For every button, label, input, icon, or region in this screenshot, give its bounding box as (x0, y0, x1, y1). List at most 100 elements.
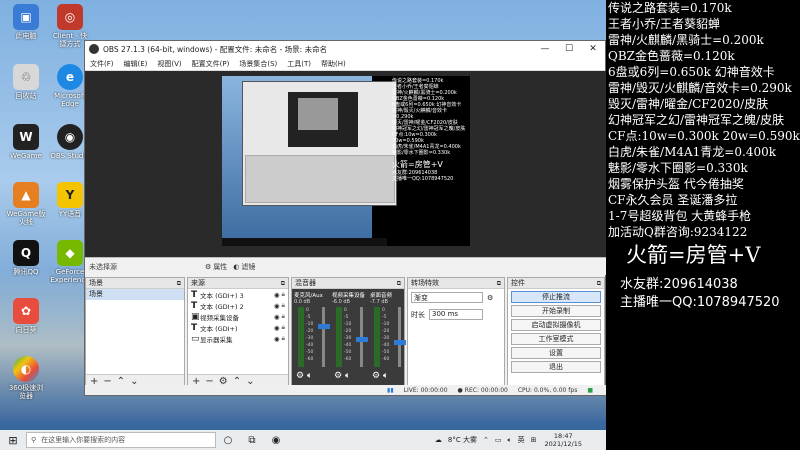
text-source-icon: T (191, 300, 198, 311)
settings-button[interactable]: 设置 (511, 347, 601, 359)
taskbar-clock[interactable]: 18:47 2021/12/15 (545, 432, 582, 448)
menu-profile[interactable]: 配置文件(P) (187, 59, 235, 69)
live-indicator-icon: ▮▮ (387, 386, 394, 394)
task-view-icon[interactable]: ⧉ (240, 435, 264, 446)
gear-icon: ⚙ (205, 262, 212, 271)
desktop-icon-this-pc[interactable]: ▣ 此电脑 (4, 2, 48, 56)
eye-icon[interactable]: ◉ (274, 291, 280, 299)
dock-undock-icon[interactable]: ⧉ (397, 278, 401, 288)
preview-canvas[interactable]: 传说之路套装=0.170k 王者小乔/王者葵貂蝉 雷神/火麒麟/黑骑士=0.20… (222, 76, 470, 246)
menu-view[interactable]: 视图(V) (152, 59, 186, 69)
source-label: 文本 (GDI+) (200, 324, 238, 333)
menu-file[interactable]: 文件(F) (85, 59, 119, 69)
sunflower-icon: ✿ (13, 298, 39, 324)
source-item[interactable]: T 文本 (GDI+) ◉ 🔒︎ (188, 322, 288, 333)
desktop-icon-recycle-bin[interactable]: ♲ 回收站 (4, 62, 48, 116)
lock-icon[interactable]: 🔒︎ (282, 334, 285, 343)
scene-item[interactable]: 场景 (86, 289, 184, 300)
desktop-icon-label: 回收站 (15, 92, 37, 100)
fader-knob[interactable] (394, 340, 406, 345)
gear-icon[interactable]: ⚙ (487, 294, 493, 302)
dock-undock-icon[interactable]: ⧉ (177, 278, 181, 288)
overlay-line: 烟雾保护头盔 代今倦抽奖 (608, 177, 744, 191)
overlay-line: 加活动Q群咨询:9234122 (608, 225, 748, 239)
windows-logo-icon: ⊞ (8, 433, 18, 447)
show-hidden-icons[interactable]: ⌃ (483, 436, 489, 444)
transitions-dock: 转场特效 ⧉ 渐变 ⚙ 时长 300 ms (407, 277, 505, 389)
lock-icon[interactable]: 🔒︎ (282, 323, 285, 332)
volume-fader[interactable] (322, 307, 325, 367)
source-item[interactable]: T 文本 (GDI+) 2 ◉ 🔒︎ (188, 300, 288, 311)
transition-type-select[interactable]: 渐变 (411, 292, 483, 303)
obs-statusbar: ▮▮ LIVE: 00:00:00 ● REC: 00:00:00 CPU: 0… (85, 385, 607, 395)
desktop-icon-label: WeGame版 火线 (6, 210, 46, 226)
recycle-bin-icon: ♲ (13, 64, 39, 90)
ime-icon[interactable]: ⊞ (531, 436, 537, 444)
dock-undock-icon[interactable]: ⧉ (497, 278, 501, 288)
overlay-line: 幻神冠军之幻/雷神冠军之魄/皮肤 (608, 113, 785, 127)
fader-knob[interactable] (356, 337, 368, 342)
menu-edit[interactable]: 编辑(E) (119, 59, 153, 69)
menu-tools[interactable]: 工具(T) (282, 59, 316, 69)
eye-icon[interactable]: ◉ (274, 335, 280, 343)
source-label: 显示器采集 (200, 335, 233, 344)
lock-icon[interactable]: 🔒︎ (282, 312, 285, 321)
taskbar-search[interactable]: ⚲ 在这里输入你要搜索的内容 (26, 432, 216, 448)
gear-icon[interactable]: ⚙ (296, 371, 304, 381)
weather-text[interactable]: 8°C 大雾 (448, 435, 477, 445)
network-icon[interactable]: ▭ (495, 436, 502, 444)
desktop-icon-360[interactable]: ◐ 360极速浏 览器 (4, 354, 48, 408)
lock-icon[interactable]: 🔒︎ (282, 301, 285, 310)
exit-button[interactable]: 退出 (511, 361, 601, 373)
yy-icon: Y (57, 182, 83, 208)
desktop-icon-qq[interactable]: Q 腾讯QQ (4, 238, 48, 292)
close-button[interactable]: ✕ (581, 44, 605, 54)
source-item[interactable]: ▭ 显示器采集 ◉ 🔒︎ (188, 333, 288, 344)
source-item[interactable]: T 文本 (GDI+) 3 ◉ 🔒︎ (188, 289, 288, 300)
weather-icon[interactable]: ☁ (435, 436, 442, 444)
sources-dock: 来源 ⧉ T 文本 (GDI+) 3 ◉ 🔒︎ T 文本 (GDI+) 2 ◉ 🔒︎ ▣ 视频采… (187, 277, 289, 389)
desktop-icons: ▣ 此电脑 ◎ Client - 快 捷方式 ♲ 回收站 e Microsoft… (0, 0, 90, 430)
sources-title: 来源 (191, 279, 205, 287)
filters-button[interactable]: ◐ 滤镜 (233, 262, 255, 272)
mixer-header: 混音器 ⧉ (292, 278, 404, 289)
desktop-icon-wegame[interactable]: W WeGame (4, 122, 48, 176)
source-item[interactable]: ▣ 视频采集设备 ◉ 🔒︎ (188, 311, 288, 322)
eye-icon[interactable]: ◉ (274, 313, 280, 321)
source-label: 文本 (GDI+) 3 (200, 291, 244, 300)
start-recording-button[interactable]: 开始录制 (511, 305, 601, 317)
eye-icon[interactable]: ◉ (274, 324, 280, 332)
mixer-channel-video: 视频采集设备 -6.0 dB 0 -5 -10 -20 -30 -40 -50 -60 ⚙ 🔈… (332, 291, 372, 381)
live-time: LIVE: 00:00:00 (403, 386, 448, 394)
desktop-icon-wegame-cf[interactable]: ▲ WeGame版 火线 (4, 180, 48, 234)
fader-knob[interactable] (318, 323, 330, 329)
start-virtual-camera-button[interactable]: 启动虚拟摄像机 (511, 319, 601, 331)
dock-undock-icon[interactable]: ⧉ (597, 278, 601, 288)
speaker-icon[interactable]: 🔈︎ (383, 371, 388, 381)
studio-mode-button[interactable]: 工作室模式 (511, 333, 601, 345)
rec-indicator-icon: ● (457, 386, 463, 394)
eye-icon[interactable]: ◉ (274, 302, 280, 310)
obs-taskbar-icon[interactable]: ◉ (264, 435, 288, 446)
speaker-icon[interactable]: 🔈︎ (307, 371, 312, 381)
docks-row: 场景 ⧉ 场景 + − ⌃ ⌄ 来源 ⧉ T 文本 (GDI+) 3 ◉ 🔒︎ T 文本 (… (85, 277, 607, 389)
gear-icon[interactable]: ⚙ (334, 371, 342, 381)
duration-input[interactable]: 300 ms (429, 309, 483, 320)
obs-titlebar[interactable]: OBS 27.1.3 (64-bit, windows) - 配置文件: 未命名… (85, 41, 605, 57)
speaker-icon[interactable]: 🔈︎ (345, 371, 350, 381)
stop-streaming-button[interactable]: 停止推流 (511, 291, 601, 303)
volume-fader[interactable] (398, 307, 401, 367)
desktop-icon-sunflower[interactable]: ✿ 向日葵 (4, 296, 48, 350)
gear-icon[interactable]: ⚙ (372, 371, 380, 381)
cortana-icon[interactable]: ○ (216, 435, 240, 446)
volume-icon[interactable]: 🔈︎ (507, 436, 511, 445)
lock-icon[interactable]: 🔒︎ (282, 290, 285, 299)
input-language[interactable]: 英 (518, 435, 525, 445)
menu-help[interactable]: 帮助(H) (316, 59, 351, 69)
dock-undock-icon[interactable]: ⧉ (281, 278, 285, 288)
menu-scene-collection[interactable]: 场景集合(S) (234, 59, 282, 69)
start-button[interactable]: ⊞ (0, 430, 26, 450)
maximize-button[interactable]: ☐ (557, 44, 581, 54)
properties-button[interactable]: ⚙ 属性 (205, 262, 227, 272)
minimize-button[interactable]: — (533, 44, 557, 54)
